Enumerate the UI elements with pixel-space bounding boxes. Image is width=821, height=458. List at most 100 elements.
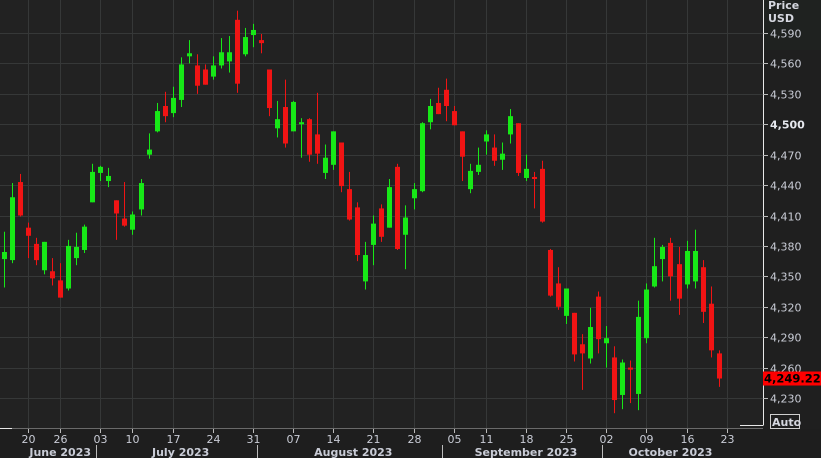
candle-body	[267, 69, 272, 109]
candle-body	[331, 131, 336, 165]
auto-scale-button[interactable]: Auto	[772, 416, 802, 429]
candle-down	[395, 163, 400, 250]
candle-body	[307, 119, 312, 155]
candle-body	[315, 134, 320, 154]
candle-body	[492, 147, 497, 161]
candle-body	[612, 357, 617, 401]
candle-down	[540, 160, 545, 223]
candle-body	[163, 106, 168, 117]
candle-wick	[630, 360, 631, 404]
candle-down	[572, 312, 577, 362]
last-price-label: 4,249.22	[764, 372, 821, 386]
candle-body	[259, 40, 264, 44]
candle-body	[436, 102, 441, 115]
candle-body	[644, 289, 649, 339]
candle-body	[74, 246, 79, 259]
candle-body	[203, 69, 208, 85]
candle-wick	[253, 23, 254, 48]
candle-body	[548, 249, 553, 296]
candle-body	[387, 187, 392, 228]
candle-body	[130, 214, 135, 230]
candle-body	[420, 123, 425, 192]
candle-up	[636, 300, 641, 411]
candle-body	[26, 227, 31, 236]
candle-up	[291, 100, 296, 132]
candle-down	[379, 204, 384, 242]
candle-wick	[606, 326, 607, 368]
time-tick-label: 05	[448, 433, 462, 446]
time-tick-label: 18	[520, 433, 534, 446]
candle-down	[339, 142, 344, 193]
time-tick-label: 20	[22, 433, 36, 446]
candle-body	[371, 223, 376, 245]
candle-body	[66, 245, 71, 289]
candle-body	[516, 123, 521, 173]
candle-body	[106, 175, 111, 182]
time-tick-label: 11	[480, 433, 494, 446]
time-tick-label: 03	[94, 433, 108, 446]
time-tick-label: 07	[287, 433, 301, 446]
price-tick-label: 4,440	[770, 180, 802, 193]
candle-body	[122, 218, 127, 226]
candle-body	[580, 344, 585, 354]
candle-body	[171, 97, 176, 114]
candle-body	[508, 116, 513, 135]
candle-body	[620, 362, 625, 395]
candle-body	[42, 241, 47, 271]
candle-body	[243, 37, 248, 55]
candle-up	[82, 224, 87, 254]
candle-body	[468, 170, 473, 190]
candle-body	[98, 166, 103, 173]
candle-body	[195, 65, 200, 86]
price-tick-label: 4,320	[770, 302, 802, 315]
candle-body	[251, 29, 256, 36]
candle-body	[155, 111, 160, 132]
candle-body	[564, 288, 569, 316]
candle-body	[412, 189, 417, 199]
candle-body	[636, 316, 641, 394]
candle-body	[685, 250, 690, 285]
price-tick-label: 4,530	[770, 89, 802, 102]
candle-body	[476, 164, 481, 172]
time-tick-label: 02	[600, 433, 614, 446]
candle-body	[347, 189, 352, 220]
candle-body	[227, 52, 232, 62]
candle-body	[147, 149, 152, 155]
month-label: September 2023	[475, 446, 578, 458]
time-tick-label: 31	[247, 433, 261, 446]
candle-body	[355, 207, 360, 256]
candle-body	[452, 111, 457, 126]
month-label: July 2023	[151, 446, 209, 458]
time-tick-label: 23	[721, 433, 735, 446]
candle-down	[355, 202, 360, 262]
candle-down	[235, 10, 240, 93]
time-tick-label: 26	[54, 433, 68, 446]
candle-wick	[189, 40, 190, 64]
time-tick-label: 28	[408, 433, 422, 446]
candle-body	[363, 255, 368, 282]
candle-wick	[486, 130, 487, 155]
candle-body	[660, 246, 665, 260]
candle-body	[114, 200, 119, 214]
time-tick-label: 17	[167, 433, 181, 446]
candle-wick	[405, 205, 406, 270]
price-tick-label: 4,590	[770, 28, 802, 41]
candle-body	[532, 176, 537, 180]
candle-body	[709, 303, 714, 351]
candle-up	[644, 283, 649, 344]
price-tick-label: 4,290	[770, 332, 802, 345]
candle-body	[323, 157, 328, 173]
candle-wick	[261, 34, 262, 54]
price-axis-title-line1: Price	[768, 0, 799, 12]
candle-body	[395, 166, 400, 249]
candle-body	[58, 280, 63, 298]
candle-body	[524, 168, 529, 178]
candle-body	[428, 106, 433, 123]
candle-body	[652, 266, 657, 287]
candle-body	[18, 182, 23, 216]
candle-body	[484, 134, 489, 142]
candle-body	[211, 65, 216, 77]
candlestick-chart: Price USD 4,590 4,560 4,530 4,500 4,470 4,440…	[0, 0, 821, 458]
candle-body	[540, 168, 545, 222]
candle-up	[179, 57, 184, 108]
